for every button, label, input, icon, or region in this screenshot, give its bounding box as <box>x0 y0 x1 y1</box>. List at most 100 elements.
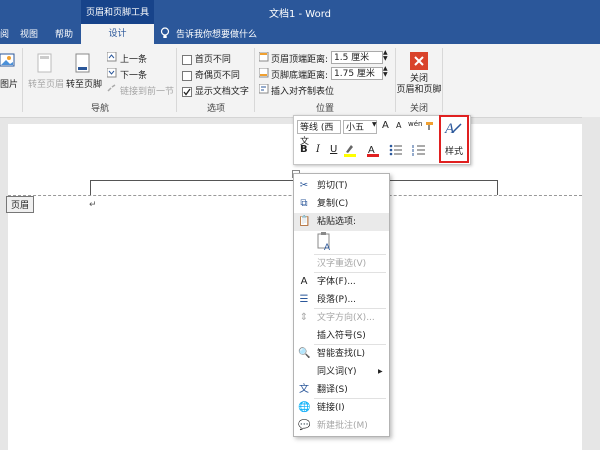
paragraph-mark: ↵ <box>89 200 97 210</box>
ribbon-separator <box>22 48 23 112</box>
menu-synonyms-label: 同义词(Y) <box>317 367 357 377</box>
tell-me-search[interactable]: 告诉我你想要做什么 <box>176 27 257 40</box>
window-title: 文档1 - Word <box>268 9 332 20</box>
search-icon: 🔍 <box>298 348 311 359</box>
text-direction-icon: ⇕ <box>299 312 309 323</box>
tab-view[interactable]: 视图 <box>20 27 38 40</box>
checked-checkbox[interactable] <box>182 86 192 97</box>
opt-first-label: 首页不同 <box>194 55 231 65</box>
opt-oddeven-label: 奇偶页不同 <box>194 71 240 81</box>
menu-hanzi[interactable]: 汉字重选(V) <box>294 255 389 273</box>
menu-font-label: 字体(F)... <box>317 277 356 287</box>
comment-icon: 💬 <box>298 420 311 431</box>
menu-copy-label: 复制(C) <box>317 199 349 209</box>
prev-button[interactable]: 上一条 <box>120 52 147 65</box>
tab-design[interactable]: 设计 <box>81 24 154 44</box>
first-page-different[interactable]: 首页不同 <box>182 52 231 65</box>
goto-footer-button[interactable]: 转至页脚 <box>66 77 102 90</box>
checkbox[interactable] <box>182 54 192 65</box>
position-group-label: 位置 <box>315 104 334 114</box>
svg-text:A: A <box>324 242 330 252</box>
close-icon <box>410 52 428 70</box>
goto-header-button[interactable]: 转至页眉 <box>28 77 64 90</box>
tab-help[interactable]: 帮助 <box>55 27 73 40</box>
show-document-text[interactable]: 显示文档文字 <box>182 84 249 97</box>
grow-font-button[interactable]: A <box>382 120 389 131</box>
italic-button[interactable]: I <box>316 144 320 155</box>
shrink-font-button[interactable]: A <box>396 121 401 130</box>
menu-paste-options: 📋 粘贴选项: <box>294 213 389 231</box>
link-icon: 🌐 <box>298 402 311 413</box>
options-group-label: 选项 <box>206 104 225 114</box>
opt-showtext-label: 显示文档文字 <box>194 87 249 97</box>
bullets-icon[interactable] <box>389 144 403 156</box>
goto-header-icon <box>36 52 54 74</box>
highlight-icon[interactable] <box>343 143 357 157</box>
context-menu: ✂ 剪切(T) ⧉ 复制(C) 📋 粘贴选项: A 汉字重选(V) A 字体(F… <box>293 173 390 437</box>
footer-distance-icon <box>258 67 269 78</box>
header-tag: 页眉 <box>6 196 35 213</box>
highlight-box <box>439 115 469 163</box>
menu-cut[interactable]: ✂ 剪切(T) <box>294 177 389 195</box>
tab-partial[interactable]: 阅 <box>0 27 9 40</box>
footer-distance-label: 页脚底端距离: <box>271 71 329 81</box>
header-distance-label: 页眉顶端距离: <box>271 55 329 65</box>
footer-distance-input[interactable]: 1.75 厘米 <box>331 67 383 80</box>
phonetic-guide-button[interactable]: wén <box>408 120 422 128</box>
menu-new-comment-label: 新建批注(M) <box>317 421 368 431</box>
copy-icon: ⧉ <box>300 198 308 209</box>
scissors-icon: ✂ <box>299 180 309 191</box>
ribbon-separator <box>442 48 443 112</box>
align-tab-icon <box>258 83 269 94</box>
font-icon: A <box>300 276 308 287</box>
size-dropdown-icon[interactable]: ▼ <box>372 121 377 128</box>
menu-text-direction-label: 文字方向(X)... <box>317 313 375 323</box>
header-distance-input[interactable]: 1.5 厘米 <box>331 51 383 64</box>
menu-paragraph-label: 段落(P)... <box>317 295 357 305</box>
spin-arrows-icon[interactable]: ▲ ▼ <box>383 66 388 78</box>
font-color-icon[interactable]: A <box>366 143 380 157</box>
menu-text-direction[interactable]: ⇕ 文字方向(X)... <box>294 309 389 327</box>
menu-copy[interactable]: ⧉ 复制(C) <box>294 195 389 213</box>
menu-translate-label: 翻译(S) <box>317 385 348 395</box>
menu-smart-lookup[interactable]: 🔍 智能查找(L) <box>294 345 389 363</box>
menu-insert-symbol[interactable]: 插入符号(S) <box>294 327 389 345</box>
menu-translate[interactable]: 文 翻译(S) <box>294 381 389 399</box>
checkbox[interactable] <box>182 70 192 81</box>
ribbon-separator <box>176 48 177 112</box>
menu-paste-label: 粘贴选项: <box>317 217 357 227</box>
menu-font[interactable]: A 字体(F)... <box>294 273 389 291</box>
menu-smart-lookup-label: 智能查找(L) <box>317 349 366 359</box>
close-group-label: 关闭 <box>409 104 428 114</box>
bold-button[interactable]: B <box>300 144 308 155</box>
font-name-box[interactable]: 等线 (西文 <box>297 120 341 147</box>
lightbulb-icon <box>160 27 170 39</box>
goto-footer-icon <box>74 52 92 74</box>
link-prev-button[interactable]: 链接到前一节 <box>120 84 174 97</box>
paragraph-icon: ☰ <box>299 294 309 305</box>
next-button[interactable]: 下一条 <box>120 68 147 81</box>
odd-even-different[interactable]: 奇偶页不同 <box>182 68 240 81</box>
header-distance-icon <box>258 51 269 62</box>
close-header-footer-button[interactable]: 关闭 页眉和页脚 <box>396 74 442 96</box>
translate-icon: 文 <box>299 384 309 395</box>
menu-paragraph[interactable]: ☰ 段落(P)... <box>294 291 389 309</box>
picture-icon <box>0 52 16 74</box>
underline-button[interactable]: U <box>330 144 337 155</box>
menu-synonyms[interactable]: 同义词(Y) ▶ <box>294 363 389 381</box>
next-icon <box>106 67 117 78</box>
menu-hanzi-label: 汉字重选(V) <box>317 259 367 269</box>
numbering-icon[interactable] <box>412 144 426 156</box>
nav-group-label: 导航 <box>90 104 109 114</box>
menu-link[interactable]: 🌐 链接(I) <box>294 399 389 417</box>
prev-icon <box>106 51 117 62</box>
paste-icon: 📋 <box>298 216 311 227</box>
submenu-arrow-icon: ▶ <box>378 368 383 375</box>
menu-new-comment[interactable]: 💬 新建批注(M) <box>294 417 389 435</box>
vertical-scrollbar[interactable] <box>582 117 600 450</box>
format-painter-icon[interactable] <box>425 121 435 131</box>
spin-arrows-icon[interactable]: ▲ ▼ <box>383 50 388 62</box>
insert-align-tab-button[interactable]: 插入对齐制表位 <box>271 84 334 97</box>
picture-button[interactable]: 图片 <box>0 77 18 90</box>
paste-text-only-icon[interactable]: A <box>316 232 334 252</box>
